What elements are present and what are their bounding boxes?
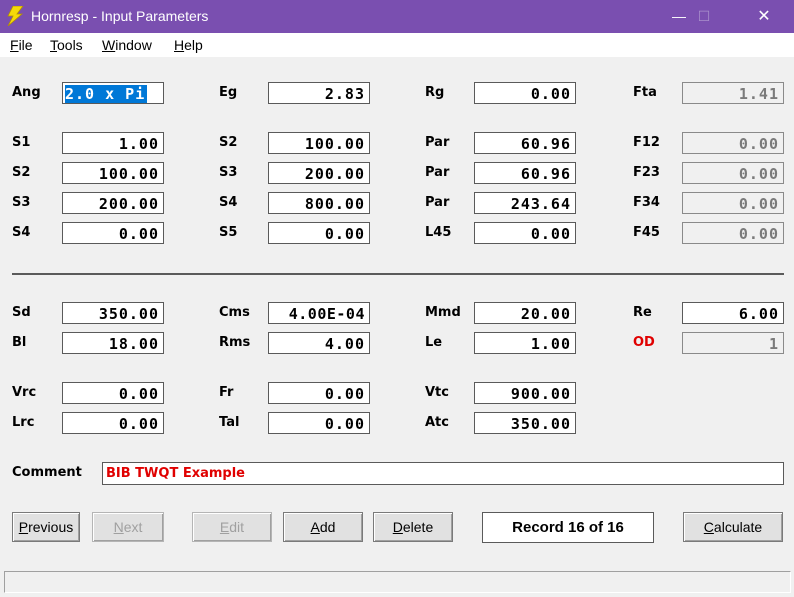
s2-field-col2[interactable]: 100.00 (268, 132, 370, 154)
s3-field[interactable]: 200.00 (62, 192, 164, 214)
record-indicator: Record 16 of 16 (482, 512, 654, 543)
label-le: Le (425, 335, 443, 350)
delete-button[interactable]: Delete (373, 512, 453, 542)
s4-field[interactable]: 0.00 (62, 222, 164, 244)
label-mmd: Mmd (425, 305, 461, 320)
tal-field[interactable]: 0.00 (268, 412, 370, 434)
window-title: Hornresp - Input Parameters (31, 8, 209, 24)
label-rg: Rg (425, 85, 445, 100)
s2-field[interactable]: 100.00 (62, 162, 164, 184)
f34-field: 0.00 (682, 192, 784, 214)
label-bl: Bl (12, 335, 27, 350)
label-f45: F45 (633, 225, 660, 240)
label-s3: S3 (219, 165, 238, 180)
f12-field: 0.00 (682, 132, 784, 154)
label-par: Par (425, 165, 450, 180)
f23-field: 0.00 (682, 162, 784, 184)
bl-field[interactable]: 18.00 (62, 332, 164, 354)
label-f23: F23 (633, 165, 660, 180)
l45-field[interactable]: 0.00 (474, 222, 576, 244)
add-button[interactable]: Add (283, 512, 363, 542)
edit-button: Edit (192, 512, 272, 542)
menu-tools[interactable]: Tools (50, 37, 83, 53)
par3-field[interactable]: 243.64 (474, 192, 576, 214)
status-bar (4, 571, 791, 593)
lrc-field[interactable]: 0.00 (62, 412, 164, 434)
label-rms: Rms (219, 335, 251, 350)
label-s4: S4 (219, 195, 238, 210)
label-re: Re (633, 305, 652, 320)
label-par: Par (425, 195, 450, 210)
menu-file[interactable]: File (10, 37, 33, 53)
label-s2: S2 (12, 165, 31, 180)
label-sd: Sd (12, 305, 31, 320)
s4-field-col2[interactable]: 800.00 (268, 192, 370, 214)
lightning-bolt-icon (7, 6, 24, 26)
vtc-field[interactable]: 900.00 (474, 382, 576, 404)
le-field[interactable]: 1.00 (474, 332, 576, 354)
s3-field-col2[interactable]: 200.00 (268, 162, 370, 184)
od-field: 1 (682, 332, 784, 354)
label-tal: Tal (219, 415, 240, 430)
label-od: OD (633, 335, 655, 350)
label-lrc: Lrc (12, 415, 35, 430)
label-s5: S5 (219, 225, 238, 240)
label-s2: S2 (219, 135, 238, 150)
eg-field[interactable]: 2.83 (268, 82, 370, 104)
title-bar: Hornresp - Input Parameters — ☐ ✕ (0, 0, 794, 33)
label-s1: S1 (12, 135, 31, 150)
label-s4: S4 (12, 225, 31, 240)
menu-bar: File Tools Window Help (0, 33, 794, 57)
fr-field[interactable]: 0.00 (268, 382, 370, 404)
par1-field[interactable]: 60.96 (474, 132, 576, 154)
re-field[interactable]: 6.00 (682, 302, 784, 324)
label-cms: Cms (219, 305, 250, 320)
fta-field: 1.41 (682, 82, 784, 104)
label-fta: Fta (633, 85, 657, 100)
maximize-button[interactable]: ☐ (681, 0, 727, 33)
f45-field: 0.00 (682, 222, 784, 244)
label-fr: Fr (219, 385, 234, 400)
label-par: Par (425, 135, 450, 150)
mmd-field[interactable]: 20.00 (474, 302, 576, 324)
previous-button[interactable]: Previous (12, 512, 80, 542)
close-button[interactable]: ✕ (741, 0, 787, 33)
s1-field[interactable]: 1.00 (62, 132, 164, 154)
vrc-field[interactable]: 0.00 (62, 382, 164, 404)
calculate-button[interactable]: Calculate (683, 512, 783, 542)
label-atc: Atc (425, 415, 449, 430)
label-vtc: Vtc (425, 385, 449, 400)
rg-field[interactable]: 0.00 (474, 82, 576, 104)
ang-field[interactable]: 2.0 x Pi (62, 82, 164, 104)
rms-field[interactable]: 4.00 (268, 332, 370, 354)
label-comment: Comment (12, 465, 82, 480)
comment-field[interactable]: BIB TWQT Example (102, 462, 784, 485)
label-vrc: Vrc (12, 385, 37, 400)
sd-field[interactable]: 350.00 (62, 302, 164, 324)
section-divider (12, 273, 784, 275)
atc-field[interactable]: 350.00 (474, 412, 576, 434)
par2-field[interactable]: 60.96 (474, 162, 576, 184)
menu-window[interactable]: Window (102, 37, 152, 53)
label-l45: L45 (425, 225, 452, 240)
label-s3: S3 (12, 195, 31, 210)
label-f12: F12 (633, 135, 660, 150)
label-eg: Eg (219, 85, 238, 100)
menu-help[interactable]: Help (174, 37, 203, 53)
label-ang: Ang (12, 85, 41, 100)
s5-field[interactable]: 0.00 (268, 222, 370, 244)
label-f34: F34 (633, 195, 660, 210)
cms-field[interactable]: 4.00E-04 (268, 302, 370, 324)
next-button: Next (92, 512, 164, 542)
